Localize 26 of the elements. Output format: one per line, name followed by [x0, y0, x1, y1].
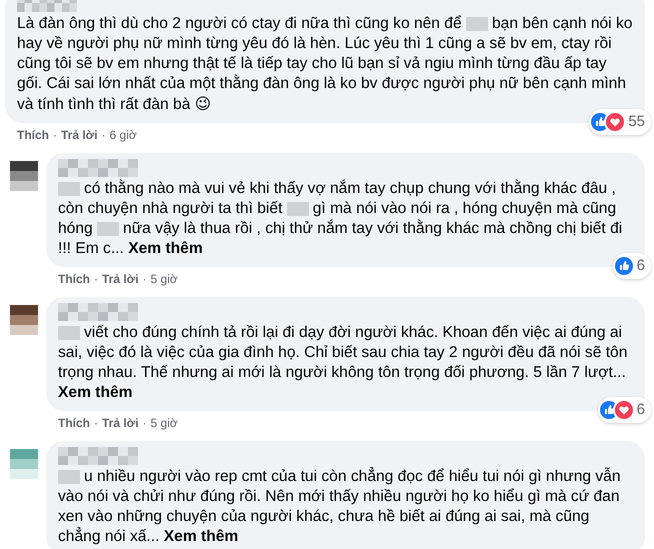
- action-link[interactable]: Thích: [17, 127, 49, 143]
- separator-dot: ·: [94, 271, 98, 287]
- avatar: [10, 449, 38, 479]
- reaction-badge[interactable]: 6: [612, 252, 651, 279]
- timestamp[interactable]: 6 giờ: [110, 127, 137, 143]
- comment-text: u nhiều người vào rep cmt của tui còn chẳng đọc để hiểu tui nói gì nhưng vẫn vào nói và chửi như đúng rồi. Nên mới thấy nhiều người họ ko hiểu gì mà cứ đan xen vào những chuyện của người khác, chưa hề biết ai đúng ai sai, mà cũng chẳng nói xấ... Xem thêm: [58, 467, 622, 547]
- separator-dot: ·: [53, 127, 57, 143]
- separator-dot: ·: [142, 271, 147, 287]
- timestamp[interactable]: 5 giờ: [150, 271, 178, 287]
- thumbs-up-icon: [600, 400, 618, 419]
- action-link[interactable]: Trả lời: [102, 415, 139, 431]
- separator-dot: ·: [94, 415, 98, 431]
- separator-dot: ·: [142, 415, 147, 431]
- avatar: [10, 161, 38, 191]
- reaction-badge[interactable]: 6: [598, 396, 651, 423]
- thumbs-up-icon: [614, 256, 633, 275]
- action-link[interactable]: Thích: [58, 415, 90, 431]
- timestamp[interactable]: 5 giờ: [150, 415, 178, 431]
- reaction-badge[interactable]: 55: [589, 108, 651, 135]
- separator-dot: ·: [102, 127, 106, 143]
- action-link[interactable]: Trả lời: [61, 127, 98, 143]
- avatar: [10, 305, 38, 335]
- reaction-count: 6: [636, 400, 645, 420]
- reaction-count: 6: [636, 256, 645, 276]
- action-link[interactable]: Trả lời: [102, 271, 139, 287]
- action-link[interactable]: Thích: [58, 271, 90, 287]
